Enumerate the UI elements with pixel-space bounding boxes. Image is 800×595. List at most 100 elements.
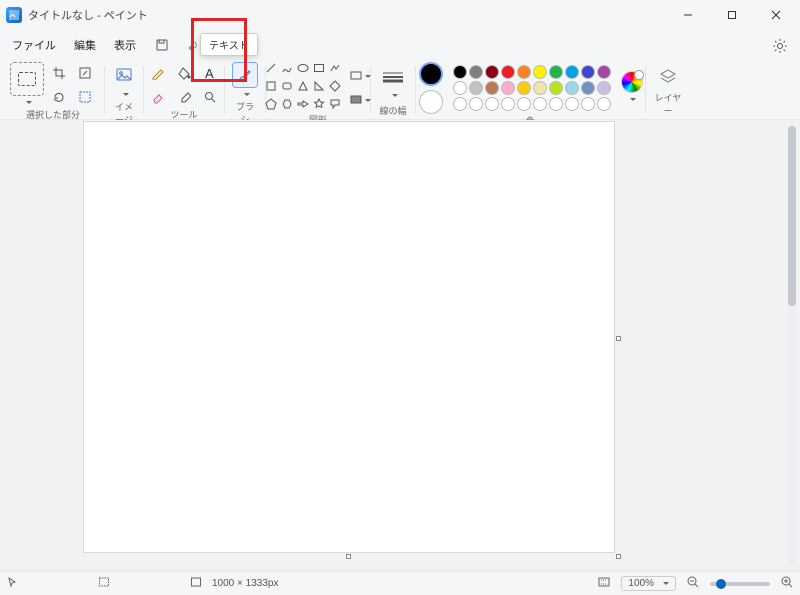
eraser-icon[interactable] bbox=[147, 86, 169, 108]
shape-curve-icon[interactable] bbox=[281, 62, 293, 77]
chevron-down-icon[interactable] bbox=[627, 93, 636, 105]
color-swatch[interactable] bbox=[501, 65, 515, 79]
rotate-icon[interactable] bbox=[48, 86, 70, 108]
color-swatch[interactable] bbox=[581, 65, 595, 79]
shape-outline-icon[interactable] bbox=[349, 65, 371, 87]
color-secondary[interactable] bbox=[419, 90, 443, 114]
canvas-size-icon bbox=[190, 576, 202, 591]
fill-icon[interactable] bbox=[173, 62, 195, 84]
picker-icon[interactable] bbox=[173, 86, 195, 108]
color-swatch[interactable] bbox=[533, 97, 547, 111]
shape-triangle-icon[interactable] bbox=[297, 80, 309, 95]
color-swatch[interactable] bbox=[453, 65, 467, 79]
selection-tool[interactable] bbox=[10, 62, 44, 96]
shape-pentagon-icon[interactable] bbox=[265, 98, 277, 113]
zoom-slider[interactable] bbox=[710, 582, 770, 586]
color-swatch[interactable] bbox=[581, 81, 595, 95]
shape-star-icon[interactable] bbox=[313, 98, 325, 113]
color-swatch[interactable] bbox=[517, 81, 531, 95]
zoom-out-button[interactable] bbox=[686, 575, 700, 592]
color-primary[interactable] bbox=[419, 62, 443, 86]
layers-icon[interactable] bbox=[655, 64, 681, 90]
shape-polyline-icon[interactable] bbox=[329, 62, 341, 77]
group-label-linewidth: 線の幅 bbox=[379, 104, 407, 119]
chevron-down-icon[interactable] bbox=[241, 88, 250, 100]
window-close-button[interactable] bbox=[754, 0, 798, 30]
magnifier-icon[interactable] bbox=[199, 86, 221, 108]
free-select-icon[interactable] bbox=[74, 86, 96, 108]
color-swatch[interactable] bbox=[485, 81, 499, 95]
ribbon: 選択した部分 イメージ A bbox=[0, 60, 800, 120]
zoom-level-dropdown[interactable]: 100% bbox=[621, 576, 676, 591]
shape-arrowr-icon[interactable] bbox=[297, 98, 309, 113]
color-swatch[interactable] bbox=[565, 97, 579, 111]
tooltip-text-tool: テキスト bbox=[200, 33, 258, 56]
shape-line-icon[interactable] bbox=[265, 62, 277, 77]
color-swatch[interactable] bbox=[549, 81, 563, 95]
menu-bar: ファイル 編集 表示 bbox=[0, 30, 800, 60]
menu-view[interactable]: 表示 bbox=[106, 33, 144, 57]
shape-callout-icon[interactable] bbox=[329, 98, 341, 113]
color-swatch[interactable] bbox=[469, 81, 483, 95]
group-image: イメージ bbox=[107, 60, 141, 119]
text-icon[interactable]: A bbox=[199, 62, 221, 84]
menu-edit[interactable]: 編集 bbox=[66, 33, 104, 57]
color-swatch[interactable] bbox=[517, 65, 531, 79]
zoom-in-button[interactable] bbox=[780, 575, 794, 592]
shape-rtriangle-icon[interactable] bbox=[313, 80, 325, 95]
scrollbar-thumb[interactable] bbox=[788, 126, 796, 306]
color-swatch[interactable] bbox=[453, 97, 467, 111]
color-swatch[interactable] bbox=[565, 65, 579, 79]
pencil-icon[interactable] bbox=[147, 62, 169, 84]
color-swatch[interactable] bbox=[533, 65, 547, 79]
window-minimize-button[interactable] bbox=[666, 0, 710, 30]
shape-rect-icon[interactable] bbox=[313, 62, 325, 77]
canvas-stage bbox=[0, 120, 800, 571]
chevron-down-icon[interactable] bbox=[389, 89, 398, 101]
color-swatch[interactable] bbox=[549, 97, 563, 111]
color-swatch[interactable] bbox=[501, 97, 515, 111]
resize-icon[interactable] bbox=[74, 62, 96, 84]
shape-roundrect-icon[interactable] bbox=[281, 80, 293, 95]
color-swatch[interactable] bbox=[597, 97, 611, 111]
color-swatch[interactable] bbox=[581, 97, 595, 111]
color-swatch[interactable] bbox=[533, 81, 547, 95]
save-icon[interactable] bbox=[150, 33, 174, 57]
vertical-scrollbar[interactable] bbox=[788, 124, 796, 567]
chevron-down-icon[interactable] bbox=[120, 88, 129, 100]
line-width-icon[interactable] bbox=[379, 65, 407, 89]
menu-file[interactable]: ファイル bbox=[4, 33, 64, 57]
color-swatch[interactable] bbox=[485, 97, 499, 111]
shape-fill-icon[interactable] bbox=[349, 89, 371, 111]
selection-size-icon bbox=[98, 576, 110, 591]
group-color: 色 bbox=[418, 60, 643, 119]
canvas-size-text: 1000 × 1333px bbox=[212, 578, 278, 589]
edit-colors-icon[interactable] bbox=[621, 71, 643, 93]
settings-icon[interactable] bbox=[768, 34, 792, 58]
image-tool-icon[interactable] bbox=[111, 62, 137, 88]
canvas-handle-right[interactable] bbox=[616, 336, 621, 341]
color-swatch[interactable] bbox=[597, 65, 611, 79]
shape-square-icon[interactable] bbox=[265, 80, 277, 95]
chevron-down-icon[interactable] bbox=[23, 96, 32, 108]
fit-window-icon[interactable] bbox=[597, 575, 611, 592]
color-swatch[interactable] bbox=[517, 97, 531, 111]
color-swatch[interactable] bbox=[469, 97, 483, 111]
canvas[interactable] bbox=[84, 122, 614, 552]
color-swatch[interactable] bbox=[501, 81, 515, 95]
color-swatch[interactable] bbox=[597, 81, 611, 95]
shape-diamond-icon[interactable] bbox=[329, 80, 341, 95]
color-swatch[interactable] bbox=[549, 65, 563, 79]
canvas-handle-corner[interactable] bbox=[616, 554, 621, 559]
color-swatch[interactable] bbox=[469, 65, 483, 79]
color-swatch[interactable] bbox=[453, 81, 467, 95]
shape-hexagon-icon[interactable] bbox=[281, 98, 293, 113]
group-linewidth: 線の幅 bbox=[373, 60, 413, 119]
color-swatch[interactable] bbox=[565, 81, 579, 95]
color-swatch[interactable] bbox=[485, 65, 499, 79]
canvas-handle-bottom[interactable] bbox=[346, 554, 351, 559]
window-maximize-button[interactable] bbox=[710, 0, 754, 30]
shape-oval-icon[interactable] bbox=[297, 62, 309, 77]
brush-tool-icon[interactable] bbox=[232, 62, 258, 88]
crop-icon[interactable] bbox=[48, 62, 70, 84]
